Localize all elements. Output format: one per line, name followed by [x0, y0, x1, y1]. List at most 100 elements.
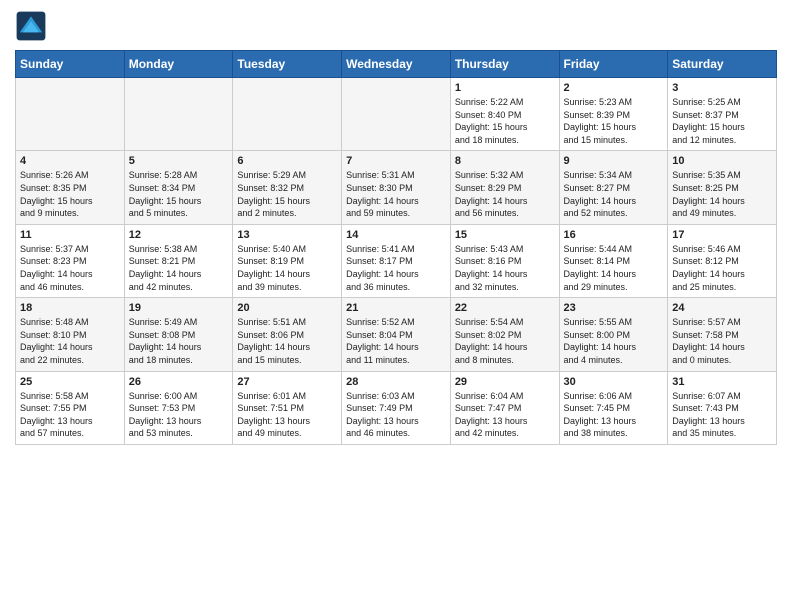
calendar-cell: 10 Sunrise: 5:35 AM Sunset: 8:25 PM Dayli…	[668, 151, 777, 224]
day-info: Sunrise: 5:43 AM Sunset: 8:16 PM Dayligh…	[455, 243, 555, 293]
day-header-sunday: Sunday	[16, 51, 125, 78]
day-number: 24	[672, 302, 772, 314]
day-info: Sunrise: 5:37 AM Sunset: 8:23 PM Dayligh…	[20, 243, 120, 293]
day-number: 20	[237, 302, 337, 314]
calendar-cell: 31 Sunrise: 6:07 AM Sunset: 7:43 PM Dayli…	[668, 371, 777, 444]
calendar-cell: 27Sunrise: 6:01 AM Sunset: 7:51 PM Dayli…	[233, 371, 342, 444]
day-number: 29	[455, 376, 555, 388]
logo	[15, 10, 51, 42]
day-header-wednesday: Wednesday	[342, 51, 451, 78]
day-number: 8	[455, 155, 555, 167]
day-info: Sunrise: 5:28 AM Sunset: 8:34 PM Dayligh…	[129, 169, 229, 219]
day-number: 6	[237, 155, 337, 167]
day-number: 4	[20, 155, 120, 167]
day-number: 5	[129, 155, 229, 167]
logo-icon	[15, 10, 47, 42]
day-info: Sunrise: 5:55 AM Sunset: 8:00 PM Dayligh…	[564, 316, 664, 366]
header	[15, 10, 777, 42]
day-header-tuesday: Tuesday	[233, 51, 342, 78]
calendar-cell: 17 Sunrise: 5:46 AM Sunset: 8:12 PM Dayli…	[668, 224, 777, 297]
calendar-table: SundayMondayTuesdayWednesdayThursdayFrid…	[15, 50, 777, 445]
calendar-cell: 5 Sunrise: 5:28 AM Sunset: 8:34 PM Daylig…	[124, 151, 233, 224]
calendar-cell: 6 Sunrise: 5:29 AM Sunset: 8:32 PM Daylig…	[233, 151, 342, 224]
day-number: 2	[564, 82, 664, 94]
day-number: 13	[237, 229, 337, 241]
calendar-cell: 21 Sunrise: 5:52 AM Sunset: 8:04 PM Dayli…	[342, 298, 451, 371]
day-info: Sunrise: 5:58 AM Sunset: 7:55 PM Dayligh…	[20, 390, 120, 440]
day-info: Sunrise: 6:06 AM Sunset: 7:45 PM Dayligh…	[564, 390, 664, 440]
day-header-monday: Monday	[124, 51, 233, 78]
day-info: Sunrise: 5:52 AM Sunset: 8:04 PM Dayligh…	[346, 316, 446, 366]
day-info: Sunrise: 5:54 AM Sunset: 8:02 PM Dayligh…	[455, 316, 555, 366]
day-info: Sunrise: 6:07 AM Sunset: 7:43 PM Dayligh…	[672, 390, 772, 440]
calendar-cell: 14Sunrise: 5:41 AM Sunset: 8:17 PM Dayli…	[342, 224, 451, 297]
day-number: 23	[564, 302, 664, 314]
day-number: 18	[20, 302, 120, 314]
calendar-week-3: 11 Sunrise: 5:37 AM Sunset: 8:23 PM Dayli…	[16, 224, 777, 297]
day-number: 10	[672, 155, 772, 167]
calendar-cell: 24 Sunrise: 5:57 AM Sunset: 7:58 PM Dayli…	[668, 298, 777, 371]
day-info: Sunrise: 5:34 AM Sunset: 8:27 PM Dayligh…	[564, 169, 664, 219]
day-info: Sunrise: 5:57 AM Sunset: 7:58 PM Dayligh…	[672, 316, 772, 366]
day-info: Sunrise: 6:04 AM Sunset: 7:47 PM Dayligh…	[455, 390, 555, 440]
calendar-week-4: 18 Sunrise: 5:48 AM Sunset: 8:10 PM Dayli…	[16, 298, 777, 371]
day-info: Sunrise: 5:31 AM Sunset: 8:30 PM Dayligh…	[346, 169, 446, 219]
day-info: Sunrise: 6:01 AM Sunset: 7:51 PM Dayligh…	[237, 390, 337, 440]
day-number: 22	[455, 302, 555, 314]
calendar-cell: 8 Sunrise: 5:32 AM Sunset: 8:29 PM Daylig…	[450, 151, 559, 224]
day-number: 12	[129, 229, 229, 241]
page-container: SundayMondayTuesdayWednesdayThursdayFrid…	[0, 0, 792, 460]
calendar-cell: 7 Sunrise: 5:31 AM Sunset: 8:30 PM Daylig…	[342, 151, 451, 224]
calendar-cell: 9 Sunrise: 5:34 AM Sunset: 8:27 PM Daylig…	[559, 151, 668, 224]
calendar-cell: 3Sunrise: 5:25 AM Sunset: 8:37 PM Daylig…	[668, 78, 777, 151]
day-info: Sunrise: 5:51 AM Sunset: 8:06 PM Dayligh…	[237, 316, 337, 366]
day-number: 21	[346, 302, 446, 314]
calendar-cell: 13 Sunrise: 5:40 AM Sunset: 8:19 PM Dayli…	[233, 224, 342, 297]
day-number: 1	[455, 82, 555, 94]
calendar-cell: 30Sunrise: 6:06 AM Sunset: 7:45 PM Dayli…	[559, 371, 668, 444]
day-header-saturday: Saturday	[668, 51, 777, 78]
calendar-week-1: 1 Sunrise: 5:22 AM Sunset: 8:40 PM Daylig…	[16, 78, 777, 151]
calendar-cell: 23 Sunrise: 5:55 AM Sunset: 8:00 PM Dayli…	[559, 298, 668, 371]
day-header-friday: Friday	[559, 51, 668, 78]
calendar-cell: 18 Sunrise: 5:48 AM Sunset: 8:10 PM Dayli…	[16, 298, 125, 371]
day-number: 15	[455, 229, 555, 241]
calendar-week-2: 4 Sunrise: 5:26 AM Sunset: 8:35 PM Daylig…	[16, 151, 777, 224]
day-header-thursday: Thursday	[450, 51, 559, 78]
calendar-cell: 28 Sunrise: 6:03 AM Sunset: 7:49 PM Dayli…	[342, 371, 451, 444]
day-info: Sunrise: 5:35 AM Sunset: 8:25 PM Dayligh…	[672, 169, 772, 219]
day-info: Sunrise: 5:48 AM Sunset: 8:10 PM Dayligh…	[20, 316, 120, 366]
calendar-cell: 2Sunrise: 5:23 AM Sunset: 8:39 PM Daylig…	[559, 78, 668, 151]
calendar-cell: 15 Sunrise: 5:43 AM Sunset: 8:16 PM Dayli…	[450, 224, 559, 297]
calendar-cell: 16Sunrise: 5:44 AM Sunset: 8:14 PM Dayli…	[559, 224, 668, 297]
day-info: Sunrise: 5:25 AM Sunset: 8:37 PM Dayligh…	[672, 96, 772, 146]
day-number: 17	[672, 229, 772, 241]
day-info: Sunrise: 5:38 AM Sunset: 8:21 PM Dayligh…	[129, 243, 229, 293]
day-number: 26	[129, 376, 229, 388]
day-info: Sunrise: 5:29 AM Sunset: 8:32 PM Dayligh…	[237, 169, 337, 219]
day-number: 19	[129, 302, 229, 314]
day-info: Sunrise: 5:40 AM Sunset: 8:19 PM Dayligh…	[237, 243, 337, 293]
day-info: Sunrise: 6:03 AM Sunset: 7:49 PM Dayligh…	[346, 390, 446, 440]
day-number: 31	[672, 376, 772, 388]
calendar-cell: 29 Sunrise: 6:04 AM Sunset: 7:47 PM Dayli…	[450, 371, 559, 444]
day-info: Sunrise: 5:49 AM Sunset: 8:08 PM Dayligh…	[129, 316, 229, 366]
calendar-cell	[342, 78, 451, 151]
day-number: 14	[346, 229, 446, 241]
calendar-cell: 25Sunrise: 5:58 AM Sunset: 7:55 PM Dayli…	[16, 371, 125, 444]
day-number: 9	[564, 155, 664, 167]
day-number: 7	[346, 155, 446, 167]
day-info: Sunrise: 5:26 AM Sunset: 8:35 PM Dayligh…	[20, 169, 120, 219]
day-number: 11	[20, 229, 120, 241]
day-info: Sunrise: 5:46 AM Sunset: 8:12 PM Dayligh…	[672, 243, 772, 293]
calendar-cell: 26 Sunrise: 6:00 AM Sunset: 7:53 PM Dayli…	[124, 371, 233, 444]
day-info: Sunrise: 5:44 AM Sunset: 8:14 PM Dayligh…	[564, 243, 664, 293]
day-info: Sunrise: 5:22 AM Sunset: 8:40 PM Dayligh…	[455, 96, 555, 146]
day-info: Sunrise: 5:32 AM Sunset: 8:29 PM Dayligh…	[455, 169, 555, 219]
calendar-cell	[233, 78, 342, 151]
calendar-cell	[124, 78, 233, 151]
calendar-cell	[16, 78, 125, 151]
calendar-cell: 1 Sunrise: 5:22 AM Sunset: 8:40 PM Daylig…	[450, 78, 559, 151]
day-number: 28	[346, 376, 446, 388]
day-info: Sunrise: 6:00 AM Sunset: 7:53 PM Dayligh…	[129, 390, 229, 440]
